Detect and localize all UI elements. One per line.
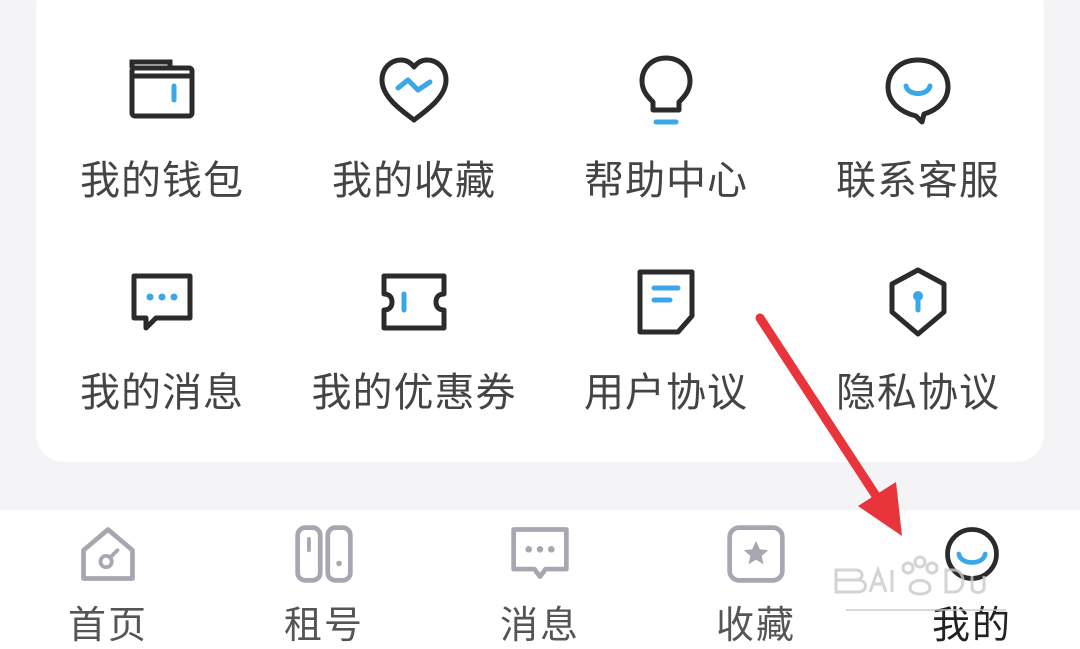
tab-label: 租号 xyxy=(283,603,364,647)
tab-label: 我的 xyxy=(931,603,1012,647)
customer-service-icon xyxy=(885,57,951,125)
lightbulb-icon xyxy=(639,55,693,125)
tab-home[interactable]: 首页 xyxy=(0,510,216,649)
shield-lock-icon xyxy=(889,267,947,337)
menu-item-label: 帮助中心 xyxy=(584,158,748,204)
chat-icon xyxy=(511,527,569,579)
tab-favorites[interactable]: 收藏 xyxy=(648,510,864,649)
gamepad-icon xyxy=(295,525,353,583)
wallet-icon xyxy=(129,59,195,119)
tab-rent-account[interactable]: 租号 xyxy=(216,510,432,649)
star-icon xyxy=(727,525,785,583)
menu-item-customer-service[interactable]: 联系客服 xyxy=(792,50,1044,250)
menu-item-label: 我的消息 xyxy=(80,370,244,416)
tab-label: 首页 xyxy=(67,603,148,647)
tab-messages[interactable]: 消息 xyxy=(432,510,648,649)
coupon-icon xyxy=(381,273,447,331)
heart-icon xyxy=(379,57,449,123)
tab-label: 收藏 xyxy=(715,603,796,647)
menu-item-label: 我的优惠券 xyxy=(311,370,517,416)
menu-item-label: 隐私协议 xyxy=(836,370,1000,416)
menu-item-label: 我的钱包 xyxy=(80,158,244,204)
profile-icon xyxy=(945,527,999,581)
tab-label: 消息 xyxy=(499,603,580,647)
document-icon xyxy=(637,269,695,335)
menu-item-label: 用户协议 xyxy=(584,370,748,416)
menu-item-user-agreement[interactable]: 用户协议 xyxy=(540,262,792,462)
message-icon xyxy=(131,273,193,331)
tab-profile[interactable]: 我的 xyxy=(864,510,1080,649)
menu-card: 我的钱包 我的收藏 帮助中心 联系客服 我的消息 我的优惠券 用户协议 隐私协议 xyxy=(36,0,1044,462)
menu-item-wallet[interactable]: 我的钱包 xyxy=(36,50,288,250)
menu-item-label: 联系客服 xyxy=(836,158,1000,204)
menu-item-help-center[interactable]: 帮助中心 xyxy=(540,50,792,250)
menu-item-favorites[interactable]: 我的收藏 xyxy=(288,50,540,250)
bottom-tab-bar: 首页 租号 消息 收藏 我的 xyxy=(0,510,1080,649)
home-icon xyxy=(81,527,135,581)
menu-item-privacy-policy[interactable]: 隐私协议 xyxy=(792,262,1044,462)
menu-item-label: 我的收藏 xyxy=(332,158,496,204)
menu-item-coupons[interactable]: 我的优惠券 xyxy=(288,262,540,462)
menu-item-messages[interactable]: 我的消息 xyxy=(36,262,288,462)
